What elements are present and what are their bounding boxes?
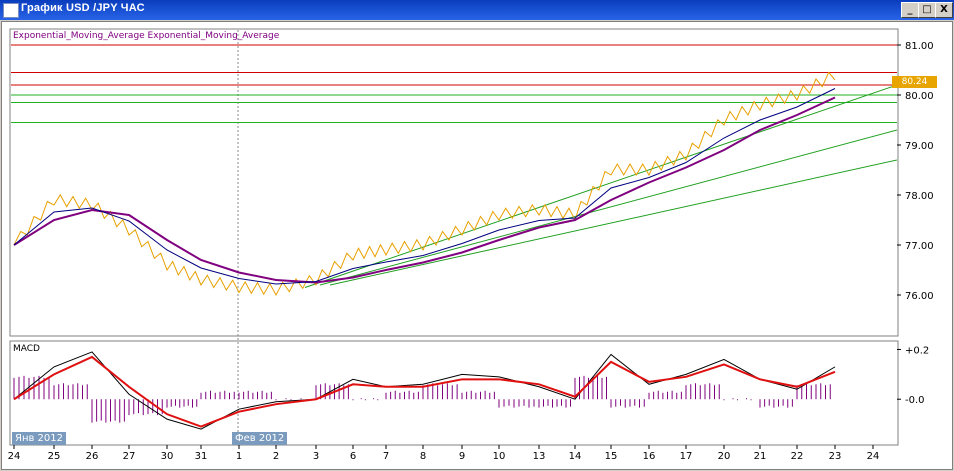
month-label-feb: Фев 2012 (232, 432, 288, 445)
x-tick-label: 2 (273, 451, 279, 462)
macd-label: MACD (13, 344, 40, 354)
x-tick-label: 31 (195, 451, 208, 462)
x-tick-label: 8 (420, 451, 426, 462)
x-tick-label: 14 (569, 451, 582, 462)
x-tick-label: 1 (236, 451, 242, 462)
x-tick-label: 13 (533, 451, 546, 462)
price-y-tick-label: 78.00 (905, 191, 934, 202)
month-label-jan: Янв 2012 (12, 432, 67, 445)
x-tick-label: 27 (123, 451, 136, 462)
chart-canvas[interactable]: 81.00 80.00 79.00 78.00 77.00 76.00 +0.2 -0.0 24… (0, 0, 954, 471)
x-tick-label: 7 (383, 451, 389, 462)
x-tick-label: 30 (161, 451, 174, 462)
price-y-tick-label: 80.00 (905, 91, 934, 102)
x-tick-label: 24 (867, 451, 880, 462)
x-tick-label: 23 (829, 451, 842, 462)
x-tick-label: 9 (459, 451, 465, 462)
indicator-legend: Exponential_Moving_Average Exponential_M… (13, 31, 280, 41)
x-tick-label: 26 (86, 451, 99, 462)
x-tick-label: 25 (48, 451, 61, 462)
x-tick-label: 15 (605, 451, 618, 462)
price-y-tick-label: 79.00 (905, 141, 934, 152)
x-tick-label: 20 (718, 451, 731, 462)
x-tick-label: 3 (313, 451, 319, 462)
x-tick-label: 16 (643, 451, 656, 462)
macd-y-tick-label: -0.0 (905, 395, 925, 406)
price-y-tick-label: 77.00 (905, 241, 934, 252)
x-tick-label: 6 (350, 451, 356, 462)
x-tick-label: 21 (754, 451, 767, 462)
price-y-tick-label: 81.00 (905, 41, 934, 52)
current-price-tag: 80.24 (892, 76, 937, 88)
x-tick-label: 24 (8, 451, 21, 462)
macd-plot-frame (9, 340, 899, 446)
price-plot-frame (9, 28, 899, 337)
x-tick-label: 10 (493, 451, 506, 462)
macd-y-tick-label: +0.2 (905, 345, 929, 356)
x-tick-label: 22 (791, 451, 804, 462)
x-tick-label: 17 (680, 451, 693, 462)
price-y-tick-label: 76.00 (905, 291, 934, 302)
